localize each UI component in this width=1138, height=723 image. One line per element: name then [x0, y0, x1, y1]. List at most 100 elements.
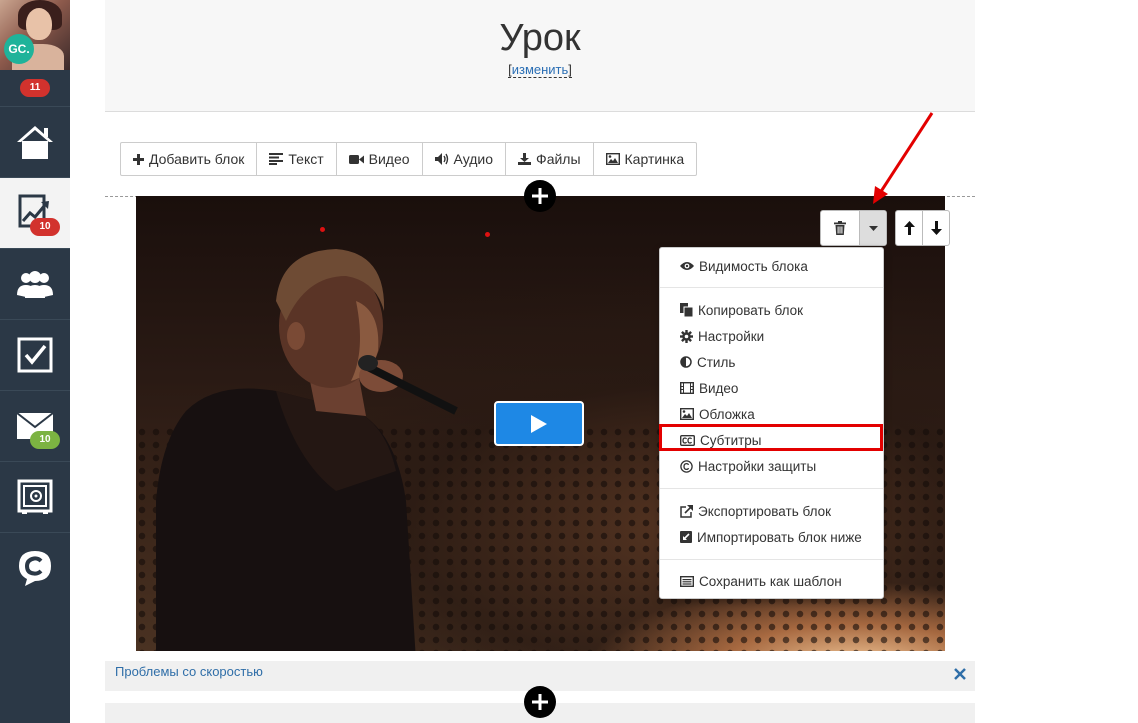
indicator-dot [320, 227, 325, 232]
block-toolbar: Добавить блок Текст Видео Аудио Файлы Ка… [120, 142, 698, 176]
menu-item-settings[interactable]: Настройки [660, 323, 883, 349]
block-dropdown-menu: Видимость блока Копировать блок Настройк… [659, 247, 884, 599]
menu-divider [660, 488, 883, 489]
edit-bracket-close: ] [568, 62, 572, 77]
move-up-button[interactable] [896, 211, 922, 245]
speaker-icon [434, 153, 448, 165]
menu-divider [660, 559, 883, 560]
move-down-button[interactable] [922, 211, 949, 245]
menu-item-label: Видео [699, 380, 739, 396]
menu-item-visibility[interactable]: Видимость блока [660, 253, 883, 279]
training-badge: 10 [30, 218, 60, 236]
copy-icon [680, 303, 693, 317]
sidebar-item-tasks[interactable] [0, 319, 70, 390]
add-block-below-button[interactable] [524, 686, 556, 718]
video-block-button[interactable]: Видео [337, 143, 423, 175]
delete-block-button[interactable] [821, 211, 859, 245]
lesson-header: Урок [изменить] [105, 0, 975, 112]
menu-item-label: Субтитры [700, 432, 762, 448]
sidebar-item-safe[interactable] [0, 461, 70, 532]
sidebar-item-mail[interactable]: 10 [0, 390, 70, 461]
chat-c-icon [19, 551, 51, 586]
account-initials-badge: GC. [4, 34, 34, 64]
edit-link-text: изменить [511, 62, 569, 77]
film-icon [680, 382, 694, 394]
image-block-button[interactable]: Картинка [594, 143, 697, 175]
checkbox-tasks-icon [17, 337, 53, 373]
menu-item-cover[interactable]: Обложка [660, 401, 883, 427]
menu-item-label: Импортировать блок ниже [697, 529, 862, 545]
play-icon [531, 414, 547, 433]
add-block-label: Добавить блок [149, 151, 245, 167]
arrow-up-icon [903, 221, 915, 235]
menu-item-import[interactable]: Импортировать блок ниже [660, 524, 883, 550]
menu-item-subtitles[interactable]: Субтитры [660, 427, 883, 453]
left-sidebar: GC. 11 10 10 [0, 0, 70, 723]
eye-icon [680, 262, 694, 270]
users-icon [17, 271, 53, 298]
text-lines-icon [269, 153, 284, 165]
menu-item-video[interactable]: Видео [660, 375, 883, 401]
text-block-label: Текст [288, 151, 324, 167]
sidebar-item-training[interactable]: 10 [0, 177, 70, 248]
sidebar-item-chat[interactable] [0, 532, 70, 603]
menu-item-protection[interactable]: Настройки защиты [660, 453, 883, 479]
edit-title-link[interactable]: [изменить] [508, 62, 572, 78]
menu-item-copy[interactable]: Копировать блок [660, 297, 883, 323]
download-icon [518, 153, 532, 165]
plus-icon [133, 153, 144, 165]
plus-icon [532, 694, 548, 710]
menu-item-export[interactable]: Экспортировать блок [660, 498, 883, 524]
home-icon [17, 126, 53, 159]
play-button[interactable] [494, 401, 584, 446]
avatar[interactable]: GC. [0, 0, 70, 70]
video-camera-icon [348, 154, 364, 164]
arrow-down-icon [930, 221, 942, 235]
safe-icon [17, 479, 53, 514]
menu-item-label: Настройки [698, 328, 765, 344]
files-block-label: Файлы [536, 151, 581, 167]
menu-divider [660, 287, 883, 288]
contrast-icon [680, 356, 692, 368]
external-link-icon [680, 504, 693, 518]
sidebar-item-users[interactable] [0, 248, 70, 319]
import-icon [680, 531, 692, 543]
add-block-button[interactable]: Добавить блок [121, 143, 258, 175]
audio-block-label: Аудио [453, 151, 494, 167]
menu-item-label: Настройки защиты [698, 458, 817, 474]
video-block-label: Видео [368, 151, 410, 167]
sidebar-item-home[interactable] [0, 106, 70, 177]
copyright-icon [680, 459, 693, 473]
picture-icon [680, 408, 694, 420]
text-block-button[interactable]: Текст [257, 143, 337, 175]
caret-down-icon [868, 225, 878, 231]
block-actions-group [820, 210, 887, 246]
audio-block-button[interactable]: Аудио [423, 143, 507, 175]
image-block-label: Картинка [624, 151, 685, 167]
closed-captions-icon [680, 434, 695, 446]
menu-item-label: Стиль [697, 354, 736, 370]
notifications-row[interactable]: 11 [0, 70, 70, 106]
files-block-button[interactable]: Файлы [506, 143, 594, 175]
trash-icon [834, 221, 846, 235]
add-block-above-button[interactable] [524, 180, 556, 212]
template-list-icon [680, 575, 694, 587]
notifications-count-badge: 11 [20, 79, 50, 97]
menu-item-save-template[interactable]: Сохранить как шаблон [660, 568, 883, 594]
singer-silhouette [156, 249, 458, 651]
block-menu-toggle[interactable] [859, 211, 886, 245]
menu-item-label: Копировать блок [698, 302, 804, 318]
page-title: Урок [499, 17, 581, 59]
menu-item-style[interactable]: Стиль [660, 349, 883, 375]
close-icon[interactable] [953, 667, 967, 681]
speed-notice-text[interactable]: Проблемы со скоростью [115, 664, 263, 679]
indicator-dot [485, 232, 490, 237]
annotation-arrow [873, 112, 934, 204]
menu-item-label: Видимость блока [699, 258, 808, 274]
picture-icon [605, 153, 620, 165]
gear-icon [680, 329, 693, 343]
menu-item-label: Обложка [699, 406, 755, 422]
menu-item-label: Сохранить как шаблон [699, 573, 842, 589]
block-move-group [895, 210, 950, 246]
menu-item-label: Экспортировать блок [698, 503, 832, 519]
